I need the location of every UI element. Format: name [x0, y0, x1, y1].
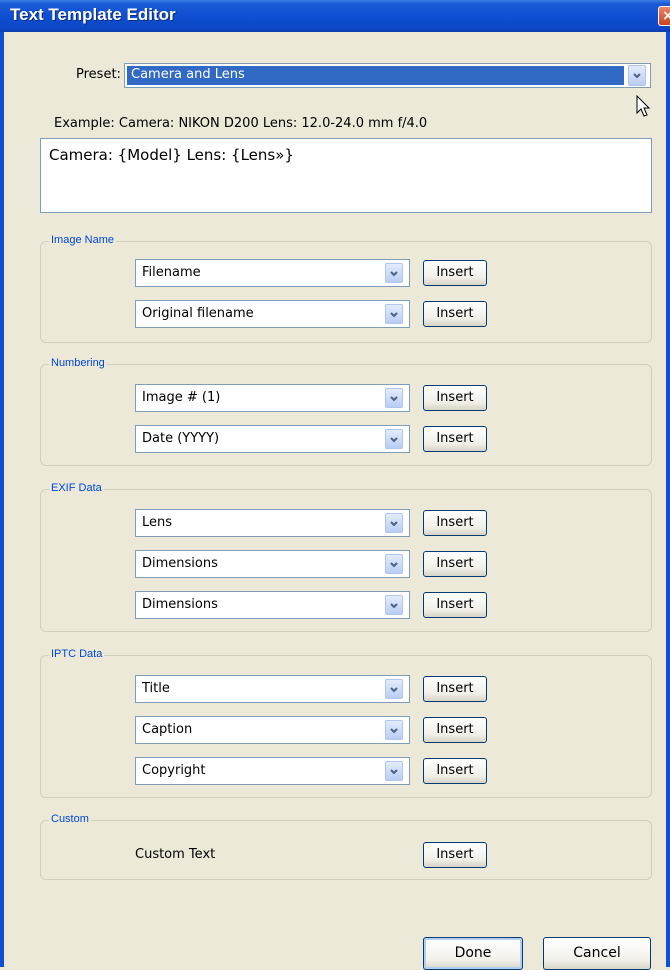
chevron-down-icon	[390, 396, 398, 402]
field-value: Dimensions	[142, 597, 218, 612]
mouse-pointer-icon	[636, 95, 651, 117]
exif-field-3[interactable]: Dimensions	[135, 591, 410, 619]
dropdown-button[interactable]	[385, 429, 403, 449]
iptc-field-2[interactable]: Caption	[135, 716, 410, 744]
chevron-down-icon	[390, 437, 398, 443]
dropdown-button[interactable]	[385, 388, 403, 408]
insert-button-numbering-1[interactable]: Insert	[423, 385, 487, 411]
chevron-down-icon	[390, 312, 398, 318]
group-label-numbering: Numbering	[49, 357, 107, 369]
insert-button-exif-1[interactable]: Insert	[423, 510, 487, 536]
group-label-exif-data: EXIF Data	[49, 482, 104, 494]
image-name-field-2[interactable]: Original filename	[135, 300, 410, 328]
insert-button-image-name-2[interactable]: Insert	[423, 301, 487, 327]
field-value: Date (YYYY)	[142, 431, 220, 446]
preset-dropdown[interactable]: Camera and Lens	[124, 63, 651, 88]
group-label-iptc-data: IPTC Data	[49, 648, 105, 660]
template-text-area[interactable]: Camera: {Model} Lens: {Lens»}	[40, 138, 652, 213]
insert-button-exif-3[interactable]: Insert	[423, 592, 487, 618]
custom-text-label: Custom Text	[135, 847, 216, 862]
field-value: Copyright	[142, 763, 206, 778]
insert-button-iptc-2[interactable]: Insert	[423, 717, 487, 743]
exif-field-2[interactable]: Dimensions	[135, 550, 410, 578]
insert-button-iptc-1[interactable]: Insert	[423, 676, 487, 702]
chevron-down-icon	[390, 687, 398, 693]
numbering-field-1[interactable]: Image # (1)	[135, 384, 410, 412]
example-text: Example: Camera: NIKON D200 Lens: 12.0-2…	[54, 116, 428, 131]
field-value: Dimensions	[142, 556, 218, 571]
field-value: Lens	[142, 515, 173, 530]
insert-button-image-name-1[interactable]: Insert	[423, 260, 487, 286]
chevron-down-icon	[633, 73, 641, 79]
image-name-field-1[interactable]: Filename	[135, 259, 410, 287]
chevron-down-icon	[390, 728, 398, 734]
insert-button-custom[interactable]: Insert	[423, 842, 487, 868]
field-value: Caption	[142, 722, 193, 737]
window-title: Text Template Editor	[10, 5, 176, 24]
chevron-down-icon	[390, 603, 398, 609]
field-value: Title	[142, 681, 170, 696]
done-button[interactable]: Done	[423, 937, 523, 970]
preset-dropdown-button[interactable]	[628, 65, 646, 86]
field-value: Image # (1)	[142, 390, 221, 405]
dropdown-button[interactable]	[385, 554, 403, 574]
exif-field-1[interactable]: Lens	[135, 509, 410, 537]
window-frame-right	[666, 32, 670, 967]
close-button[interactable]: ×	[658, 6, 670, 26]
chevron-down-icon	[390, 271, 398, 277]
field-value: Filename	[142, 265, 201, 280]
chevron-down-icon	[390, 769, 398, 775]
group-label-custom: Custom	[49, 813, 91, 825]
iptc-field-3[interactable]: Copyright	[135, 757, 410, 785]
dropdown-button[interactable]	[385, 513, 403, 533]
insert-button-numbering-2[interactable]: Insert	[423, 426, 487, 452]
iptc-field-1[interactable]: Title	[135, 675, 410, 703]
insert-button-iptc-3[interactable]: Insert	[423, 758, 487, 784]
chevron-down-icon	[390, 521, 398, 527]
chevron-down-icon	[390, 562, 398, 568]
cancel-button[interactable]: Cancel	[543, 937, 651, 970]
dropdown-button[interactable]	[385, 761, 403, 781]
preset-label: Preset:	[76, 67, 121, 82]
preset-selected-value: Camera and Lens	[127, 66, 624, 85]
dropdown-button[interactable]	[385, 304, 403, 324]
dropdown-button[interactable]	[385, 720, 403, 740]
window-frame-left	[0, 32, 4, 967]
insert-button-exif-2[interactable]: Insert	[423, 551, 487, 577]
group-custom: Custom	[40, 813, 652, 880]
dropdown-button[interactable]	[385, 679, 403, 699]
group-label-image-name: Image Name	[49, 234, 116, 246]
close-icon: ×	[662, 8, 670, 24]
dropdown-button[interactable]	[385, 595, 403, 615]
dropdown-button[interactable]	[385, 263, 403, 283]
title-bar[interactable]: Text Template Editor ×	[0, 0, 670, 32]
field-value: Original filename	[142, 306, 254, 321]
numbering-field-2[interactable]: Date (YYYY)	[135, 425, 410, 453]
